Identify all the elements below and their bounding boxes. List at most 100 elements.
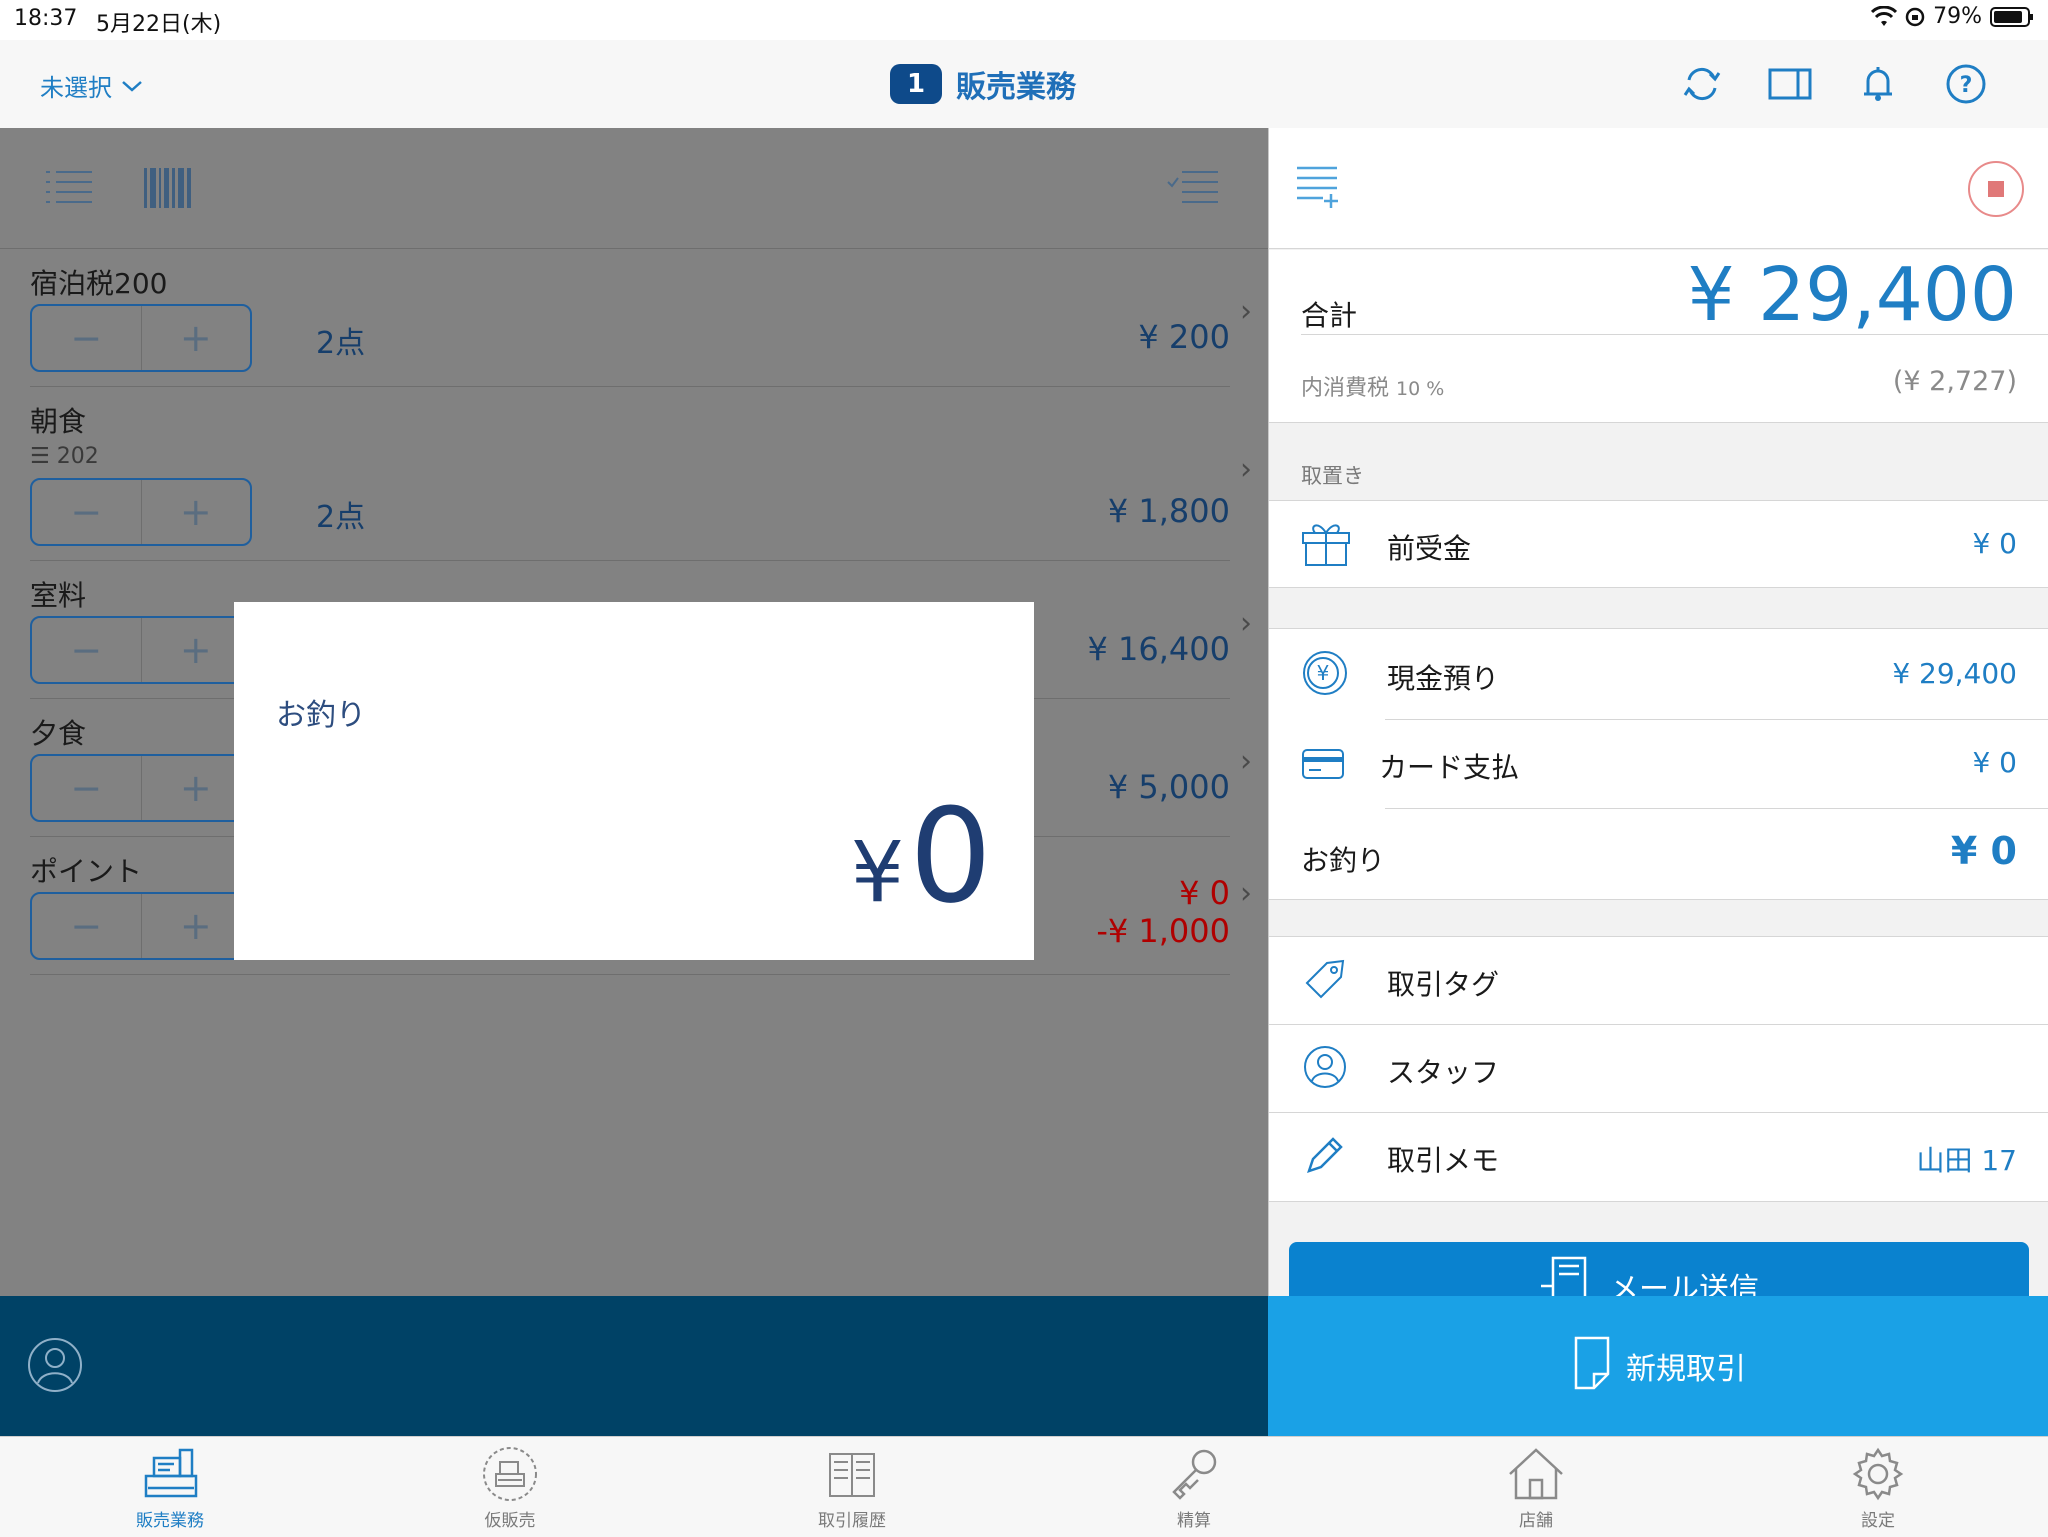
quantity-stepper[interactable]: − + <box>30 616 252 684</box>
change-label: お釣り <box>1301 844 1386 877</box>
quantity-stepper[interactable]: − + <box>30 892 252 960</box>
increment-button[interactable]: + <box>142 306 251 370</box>
summary-panel: 合計 ¥ 29,400 内消費税 10 % (¥ 2,727) 取置き 前受金 … <box>1268 128 2048 1296</box>
memo-row[interactable]: 取引メモ 山田 17 <box>1269 1113 2048 1201</box>
item-sub-info: ☰ 202 <box>30 444 99 469</box>
chevron-right-icon: › <box>1240 452 1252 487</box>
split-view-icon[interactable] <box>1768 62 1812 106</box>
tab-label: 販売業務 <box>136 1511 204 1531</box>
tab-label: 店舗 <box>1519 1511 1553 1531</box>
tab-label: 設定 <box>1861 1511 1895 1531</box>
bell-icon[interactable] <box>1856 62 1900 106</box>
advance-value: ¥ 0 <box>1972 527 2017 560</box>
line-item[interactable]: 宿泊税200 − + 2点 ¥ 200 › <box>30 248 1252 387</box>
item-price: ¥ 5,000 <box>1107 768 1230 806</box>
new-transaction-button[interactable]: 新規取引 <box>1268 1296 2048 1436</box>
add-list-icon[interactable] <box>1295 164 1341 212</box>
nav-bar: 未選択 1 販売業務 ? <box>0 40 2048 129</box>
barcode-icon[interactable] <box>142 166 194 210</box>
staff-icon <box>1304 1046 1346 1088</box>
refresh-icon[interactable] <box>1680 62 1724 106</box>
yen-symbol: ¥ <box>850 823 905 921</box>
tab-label: 精算 <box>1177 1511 1211 1531</box>
card-value: ¥ 0 <box>1972 746 2017 779</box>
item-name: 夕食 <box>30 717 87 750</box>
svg-text:?: ? <box>1960 73 1973 98</box>
item-name: 宿泊税200 <box>30 267 168 300</box>
yen-coin-icon: ¥ <box>1303 651 1347 695</box>
customer-icon[interactable] <box>26 1336 84 1394</box>
register-number-badge: 1 <box>890 64 942 104</box>
chevron-right-icon: › <box>1240 294 1252 329</box>
item-price: ¥ 200 <box>1138 318 1230 356</box>
book-icon <box>829 1453 875 1497</box>
mail-send-button[interactable]: メール送信 <box>1289 1242 2029 1296</box>
line-item[interactable]: 朝食 ☰ 202 − + 2点 ¥ 1,800 › <box>30 386 1252 561</box>
list-icon[interactable] <box>44 168 94 208</box>
tag-icon <box>1305 959 1345 999</box>
stop-icon[interactable] <box>1967 160 2025 218</box>
tab-temp-sales[interactable]: 仮販売 <box>340 1437 680 1537</box>
page-title-text: 販売業務 <box>956 70 1076 105</box>
rotation-lock-icon <box>1905 7 1925 26</box>
tag-label: 取引タグ <box>1387 968 1500 1001</box>
chevron-down-icon <box>122 80 142 92</box>
quantity-stepper[interactable]: − + <box>30 478 252 546</box>
checklist-icon[interactable] <box>1166 168 1220 208</box>
change-amount-value: 0 <box>909 780 992 932</box>
register-icon <box>144 1448 198 1498</box>
item-quantity: 2点 <box>316 500 366 535</box>
tab-label: 取引履歴 <box>818 1511 886 1531</box>
status-bar: 18:37 5月22日(木) 79% <box>0 0 2048 40</box>
tab-history[interactable]: 取引履歴 <box>682 1437 1022 1537</box>
item-price: ¥ 16,400 <box>1087 630 1231 668</box>
quantity-stepper[interactable]: − + <box>30 304 252 372</box>
selector-dropdown[interactable]: 未選択 <box>40 68 144 103</box>
quantity-stepper[interactable]: − + <box>30 754 252 822</box>
total-value: ¥ 29,400 <box>1687 252 2017 338</box>
decrement-button[interactable]: − <box>32 618 142 682</box>
tab-store[interactable]: 店舗 <box>1366 1437 1706 1537</box>
decrement-button[interactable]: − <box>32 894 142 958</box>
total-section: 合計 ¥ 29,400 内消費税 10 % (¥ 2,727) <box>1269 250 2048 422</box>
total-label: 合計 <box>1301 299 1358 332</box>
decrement-button[interactable]: − <box>32 480 142 544</box>
status-time: 18:37 <box>14 6 78 31</box>
item-quantity: 2点 <box>316 326 366 361</box>
hold-section-label: 取置き <box>1301 464 1364 488</box>
decrement-button[interactable]: − <box>32 756 142 820</box>
change-dialog-label: お釣り <box>276 698 366 733</box>
customer-bar <box>0 1296 1268 1436</box>
cash-label: 現金預り <box>1387 662 1500 695</box>
decrement-button[interactable]: − <box>32 306 142 370</box>
chevron-right-icon: › <box>1240 606 1252 641</box>
chevron-right-icon: › <box>1240 876 1252 911</box>
summary-toolbar <box>1269 128 2048 249</box>
advance-payment-row[interactable]: 前受金 ¥ 0 <box>1269 500 2048 588</box>
pencil-icon <box>1307 1137 1343 1173</box>
tax-value: (¥ 2,727) <box>1892 366 2017 397</box>
wifi-icon <box>1871 5 1898 26</box>
card-label: カード支払 <box>1379 751 1520 784</box>
staff-row[interactable]: スタッフ <box>1269 1025 2048 1112</box>
card-row[interactable]: カード支払 ¥ 0 <box>1269 720 2048 808</box>
memo-label: 取引メモ <box>1387 1144 1500 1177</box>
item-price: ¥ 1,800 <box>1107 492 1230 530</box>
tab-settlement[interactable]: 精算 <box>1024 1437 1364 1537</box>
credit-card-icon <box>1302 749 1344 779</box>
cash-value: ¥ 29,400 <box>1892 657 2017 690</box>
svg-text:¥: ¥ <box>1317 661 1330 685</box>
house-icon <box>1509 1448 1563 1500</box>
tab-sales[interactable]: 販売業務 <box>0 1437 340 1537</box>
change-dialog: お釣り ¥ 0 <box>234 602 1034 960</box>
tag-row[interactable]: 取引タグ <box>1269 937 2048 1024</box>
tab-settings[interactable]: 設定 <box>1708 1437 2048 1537</box>
increment-button[interactable]: + <box>142 480 251 544</box>
selector-label: 未選択 <box>40 74 112 102</box>
help-icon[interactable]: ? <box>1944 62 1988 106</box>
item-name: ポイント <box>30 855 143 888</box>
mail-send-label: メール送信 <box>1609 1272 1759 1296</box>
staff-label: スタッフ <box>1387 1056 1500 1089</box>
cash-row[interactable]: ¥ 現金預り ¥ 29,400 <box>1269 629 2048 719</box>
tax-label: 内消費税 10 % <box>1301 370 1444 402</box>
